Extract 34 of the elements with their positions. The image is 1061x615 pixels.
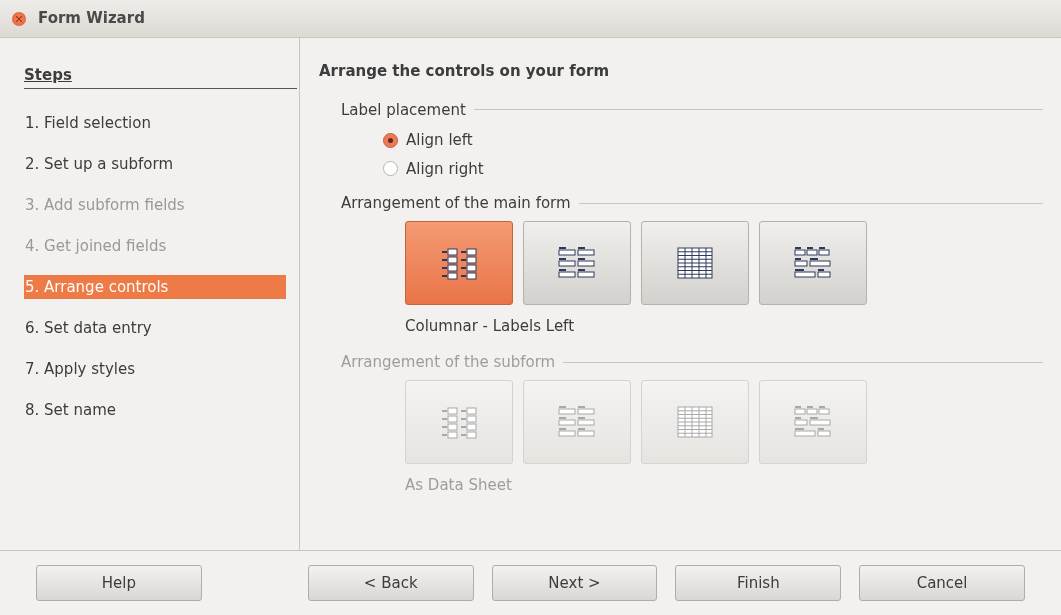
dialog-button[interactable]: Help <box>36 565 202 601</box>
step-item[interactable]: 1. Field selection <box>24 110 286 135</box>
layout-icon <box>792 404 834 439</box>
group-label: Arrangement of the subform <box>341 352 556 373</box>
close-icon <box>16 15 22 22</box>
radio-button[interactable] <box>383 161 398 177</box>
group-label: Arrangement of the main form <box>341 193 571 214</box>
steps-heading: Steps <box>24 66 72 84</box>
layout-icon <box>556 245 598 280</box>
layout-option[interactable] <box>523 220 631 305</box>
dialog-button[interactable]: < Back <box>307 565 474 601</box>
layout-caption: Columnar - Labels Left <box>404 315 576 337</box>
layout-option[interactable] <box>641 220 749 305</box>
layout-icon <box>792 245 834 280</box>
step-item[interactable]: 8. Set name <box>24 397 286 422</box>
layout-icon <box>674 245 716 280</box>
close-button[interactable] <box>12 11 26 26</box>
radio-label: Align right <box>406 158 484 180</box>
step-item[interactable]: 6. Set data entry <box>24 315 286 340</box>
layout-caption: As Data Sheet <box>404 474 513 496</box>
group-label: Label placement <box>341 99 466 121</box>
layout-icon <box>674 404 716 439</box>
step-item[interactable]: 2. Set up a subform <box>24 151 286 176</box>
step-item[interactable]: 7. Apply styles <box>24 356 286 381</box>
layout-option[interactable] <box>405 220 513 305</box>
dialog-button[interactable]: Finish <box>675 565 842 601</box>
radio-label: Align left <box>406 130 473 151</box>
layout-option[interactable] <box>759 220 867 305</box>
layout-icon <box>556 404 598 439</box>
page-title: Arrange the controls on your form <box>319 61 611 82</box>
dialog-button[interactable]: Cancel <box>859 565 1025 601</box>
radio-button[interactable] <box>383 132 398 148</box>
window-title: Form Wizard <box>38 8 145 30</box>
dialog-button[interactable]: Next > <box>491 565 658 601</box>
